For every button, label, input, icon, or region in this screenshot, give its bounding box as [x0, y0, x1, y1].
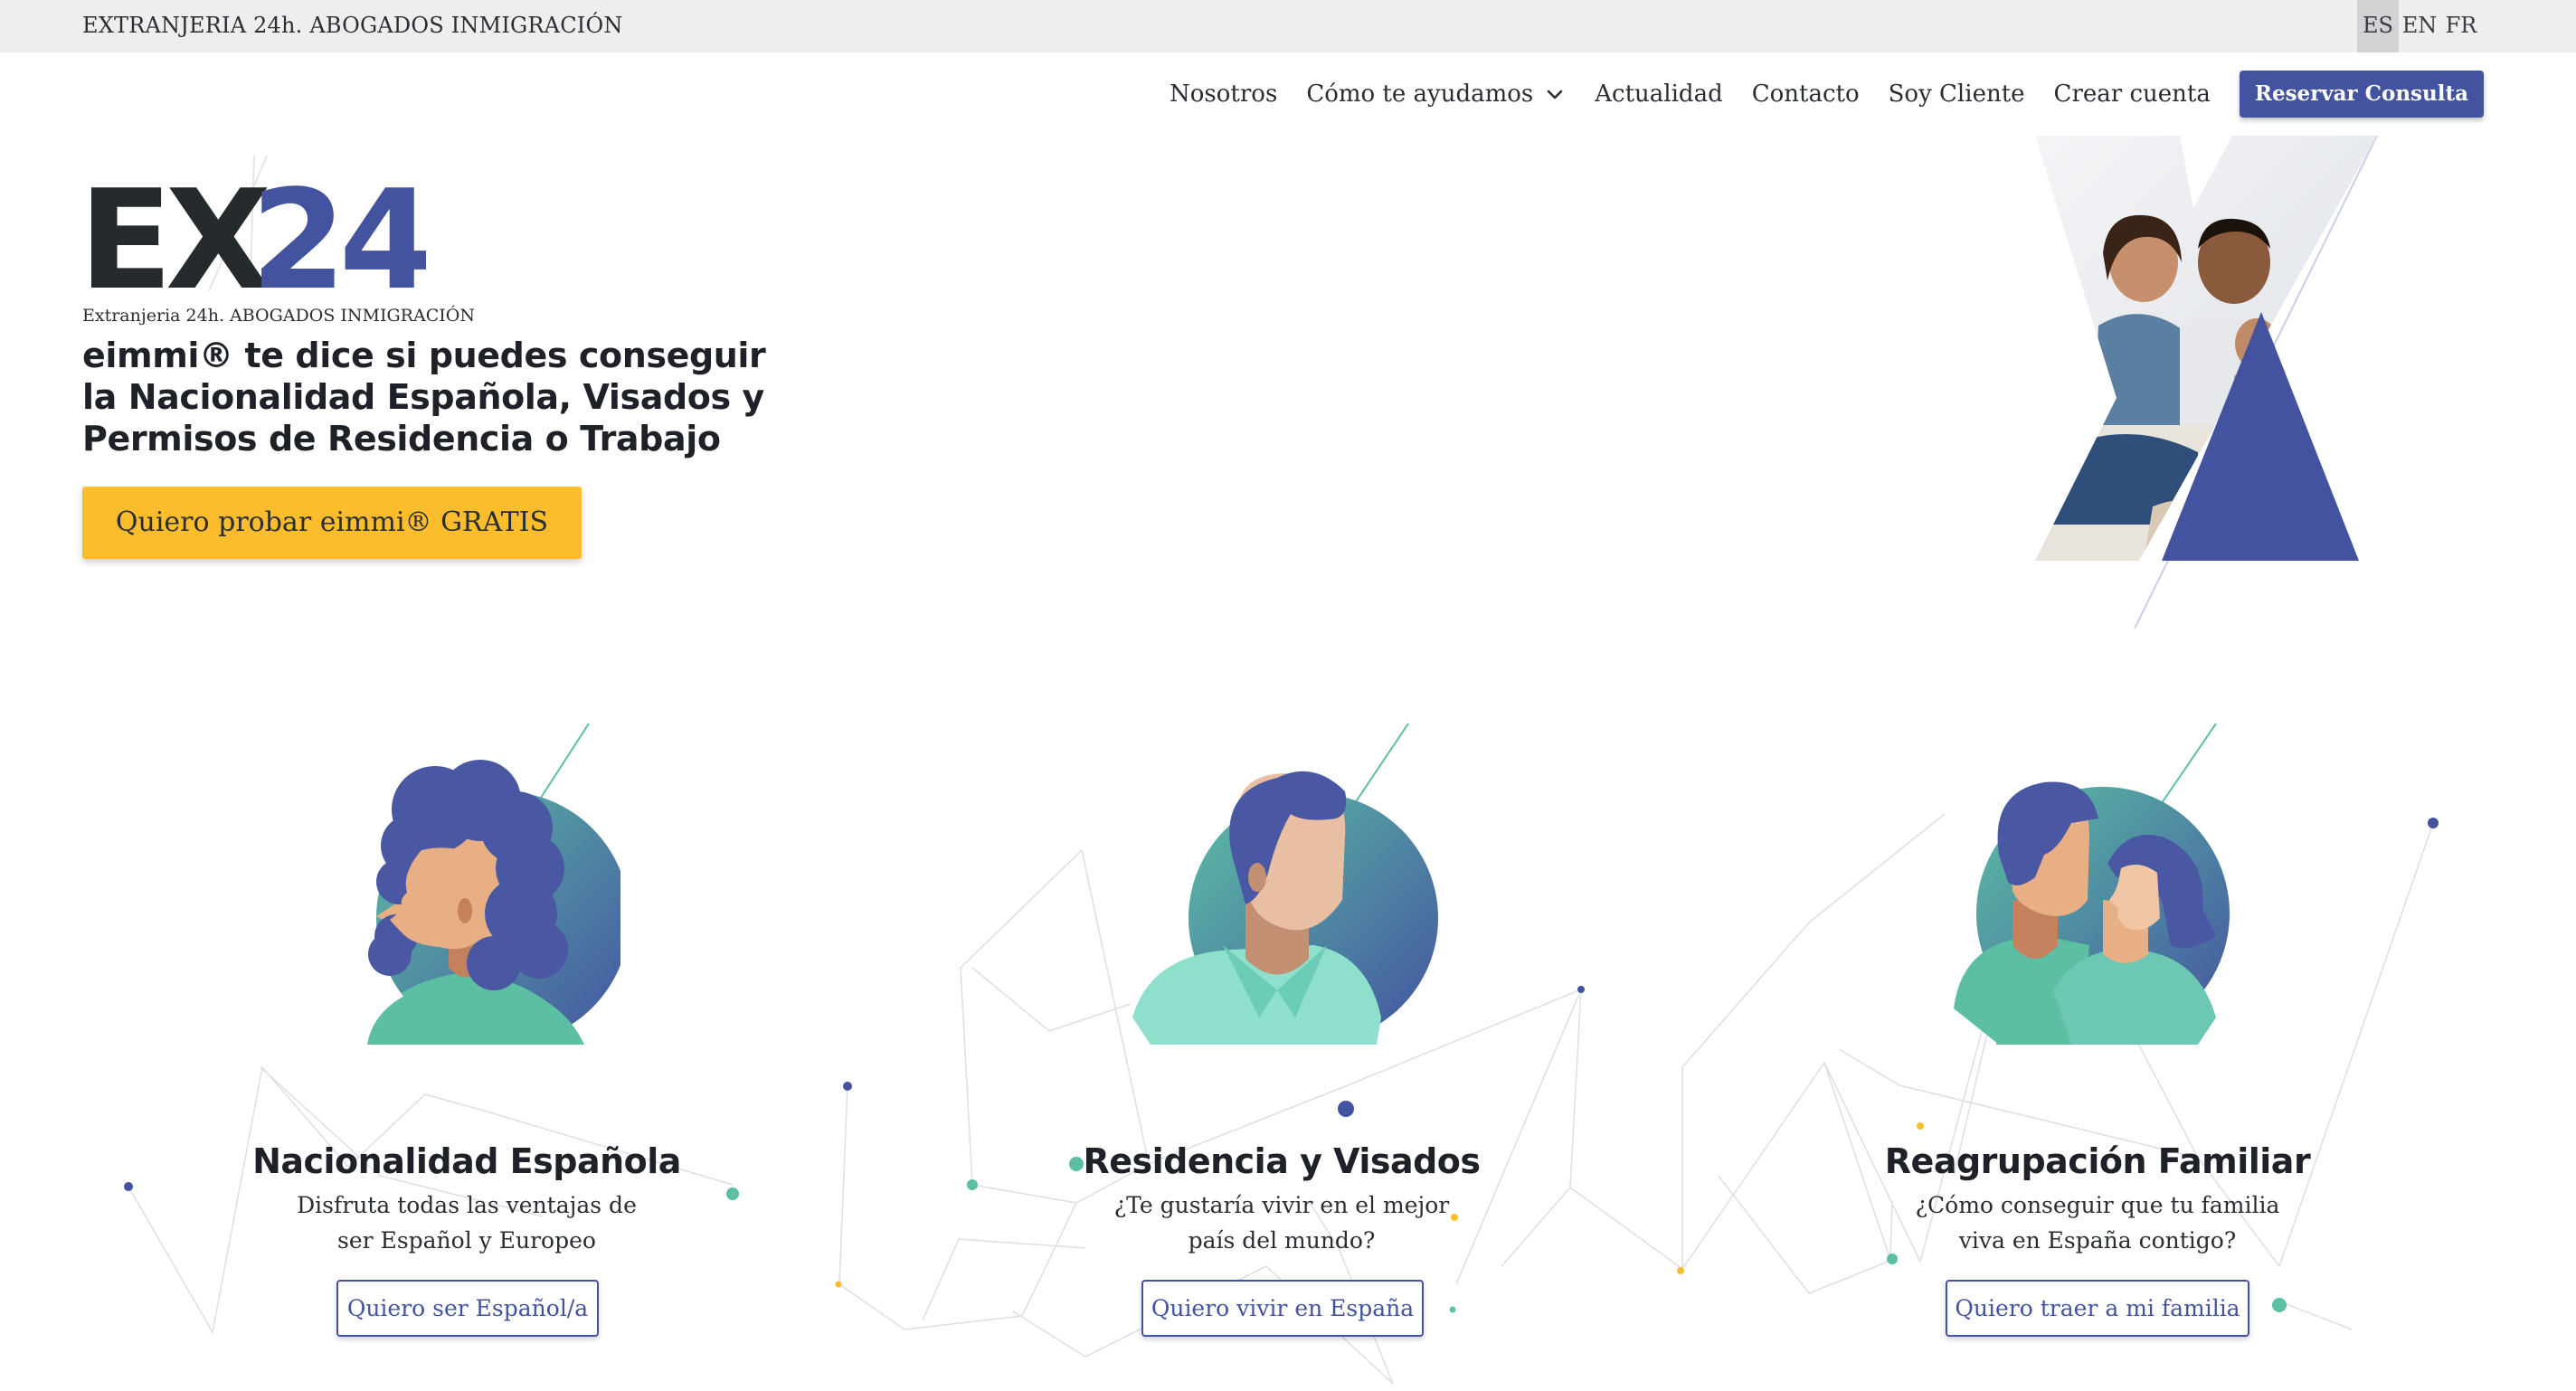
nav-item-nosotros[interactable]: Nosotros: [1170, 80, 1277, 108]
quiero-vivir-en-espana-button[interactable]: Quiero vivir en España: [1141, 1280, 1424, 1337]
nacionalidad-title: Nacionalidad Española: [252, 1141, 681, 1181]
probar-eimmi-button[interactable]: Quiero probar eimmi® GRATIS: [82, 487, 582, 559]
reagrupacion-title: Reagrupación Familiar: [1884, 1141, 2311, 1181]
nacionalidad-description: Disfruta todas las ventajas de ser Españ…: [297, 1192, 637, 1254]
hero-x-graphic: [2035, 135, 2378, 629]
svg-text:EX: EX: [82, 160, 270, 300]
nav-item-contacto[interactable]: Contacto: [1752, 80, 1860, 108]
residencia-description: ¿Te gustaría vivir en el mejor país del …: [1113, 1192, 1450, 1254]
reservar-consulta-button[interactable]: Reservar Consulta: [2239, 71, 2484, 118]
reagrupacion-avatar: [1954, 723, 2230, 1045]
top-bar-brand: EXTRANJERIA 24h. ABOGADOS INMIGRACIÓN: [82, 13, 623, 38]
hero-title: eimmi® te dice si puedes conseguir la Na…: [82, 336, 766, 459]
nav-item-como-te-ayudamos[interactable]: Cómo te ayudamos: [1306, 80, 1566, 108]
reagrupacion-description: ¿Cómo conseguir que tu familia viva en E…: [1915, 1192, 2280, 1254]
svg-text:24: 24: [251, 160, 426, 300]
main-nav: Nosotros Cómo te ayudamos Actualidad Con…: [1141, 71, 2484, 118]
ex24-logo[interactable]: EX 24: [82, 156, 426, 300]
quiero-traer-a-mi-familia-button[interactable]: Quiero traer a mi familia: [1946, 1280, 2249, 1337]
nav-item-actualidad[interactable]: Actualidad: [1595, 80, 1722, 108]
language-fr[interactable]: FR: [2440, 0, 2482, 52]
language-es[interactable]: ES: [2357, 0, 2399, 52]
residencia-title: Residencia y Visados: [1083, 1141, 1481, 1181]
quiero-ser-espanol-button[interactable]: Quiero ser Español/a: [336, 1280, 599, 1337]
top-bar: EXTRANJERIA 24h. ABOGADOS INMIGRACIÓN ES…: [0, 0, 2576, 52]
nacionalidad-avatar: [367, 723, 620, 1045]
chevron-down-icon: [1547, 90, 1563, 99]
residencia-avatar: [1132, 723, 1438, 1045]
logo-subtitle: Extranjeria 24h. ABOGADOS INMIGRACIÓN: [82, 306, 475, 326]
nav-item-crear-cuenta[interactable]: Crear cuenta: [2054, 80, 2211, 108]
language-en[interactable]: EN: [2399, 0, 2440, 52]
nav-item-soy-cliente[interactable]: Soy Cliente: [1889, 80, 2025, 108]
